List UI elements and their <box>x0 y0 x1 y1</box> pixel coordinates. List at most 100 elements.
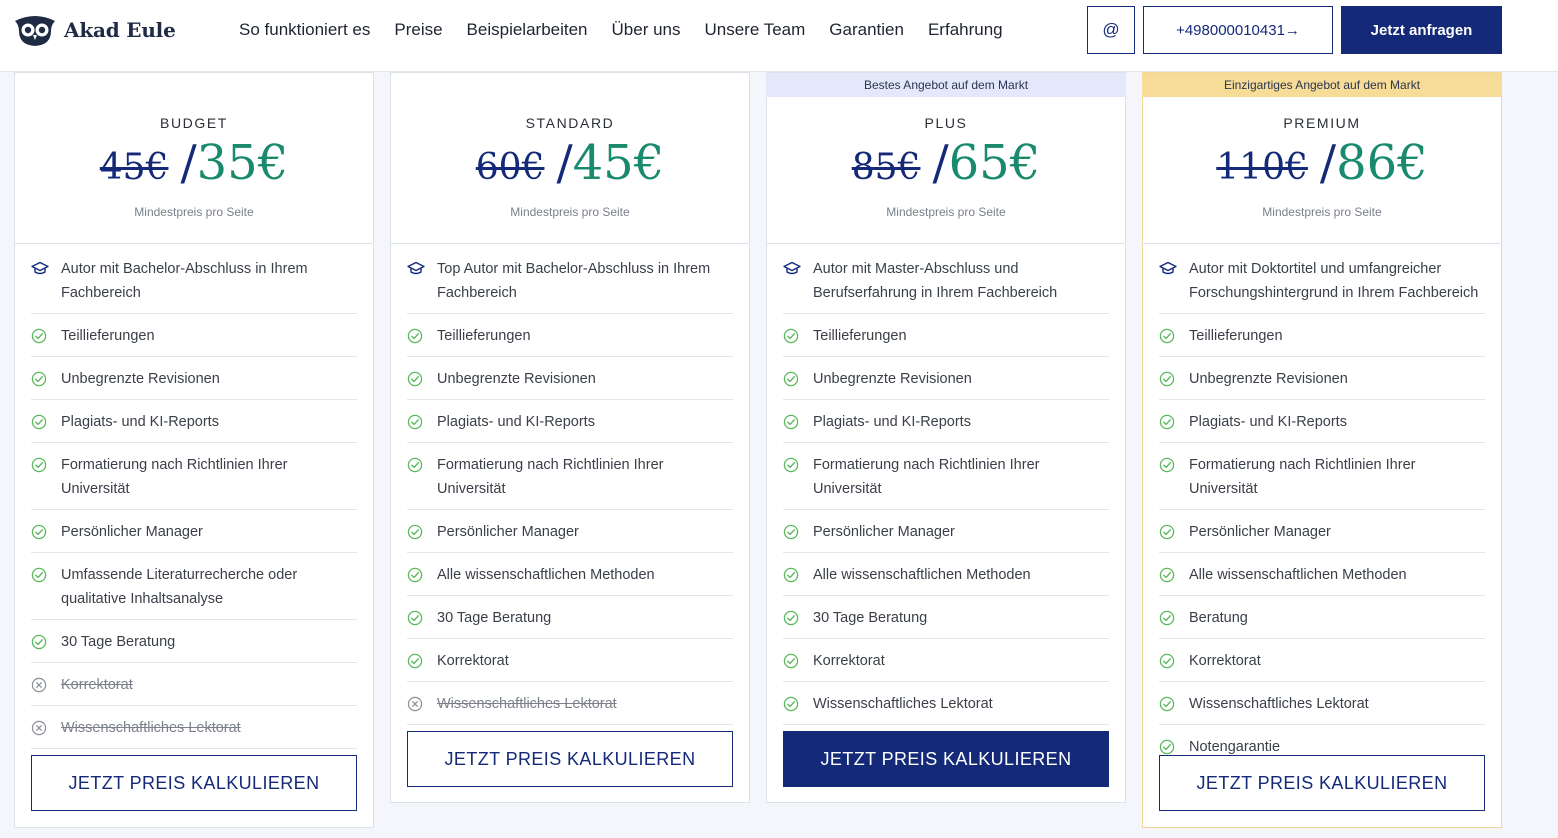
feature-item: 30 Tage Beratung <box>783 606 1109 639</box>
nav-link-garantien[interactable]: Garantien <box>829 20 904 40</box>
nav-link-so-funktioniert-es[interactable]: So funktioniert es <box>239 20 370 40</box>
graduation-cap-icon <box>31 257 61 281</box>
request-button[interactable]: Jetzt anfragen <box>1341 6 1502 54</box>
nav-link-unsere-team[interactable]: Unsere Team <box>705 20 806 40</box>
feature-text: Plagiats- und KI-Reports <box>813 414 971 430</box>
feature-item: Formatierung nach Richtlinien Ihrer Univ… <box>783 453 1109 510</box>
feature-text: Teillieferungen <box>437 328 531 344</box>
feature-item: Unbegrenzte Revisionen <box>783 367 1109 400</box>
feature-text: Alle wissenschaftlichen Methoden <box>1189 567 1407 583</box>
feature-item: Korrektorat <box>783 649 1109 682</box>
feature-text: Wissenschaftliches Lektorat <box>437 696 617 712</box>
feature-text: 30 Tage Beratung <box>437 610 552 626</box>
feature-item: Persönlicher Manager <box>31 520 357 553</box>
feature-text: Unbegrenzte Revisionen <box>1189 371 1348 387</box>
feature-item: Beratung <box>1159 606 1485 639</box>
check-circle-icon <box>783 410 813 434</box>
card-divider <box>14 243 374 244</box>
graduation-cap-icon <box>783 257 813 281</box>
feature-text: Alle wissenschaftlichen Methoden <box>437 567 655 583</box>
feature-text: Wissenschaftliches Lektorat <box>1189 696 1369 712</box>
check-circle-icon <box>407 410 437 434</box>
graduation-cap-icon <box>1159 257 1189 281</box>
feature-text: Plagiats- und KI-Reports <box>1189 414 1347 430</box>
main-nav: So funktioniert es Preise Beispielarbeit… <box>239 20 1027 40</box>
best-offer-ribbon: Bestes Angebot auf dem Markt <box>766 73 1126 97</box>
check-circle-icon <box>1159 606 1189 630</box>
plan-price: 110€ /86€ <box>1143 135 1501 191</box>
check-circle-icon <box>407 606 437 630</box>
feature-text: Persönlicher Manager <box>813 524 955 540</box>
feature-text: Unbegrenzte Revisionen <box>437 371 596 387</box>
old-price: 60€ <box>475 147 545 188</box>
feature-text: Top Autor mit Bachelor-Abschluss in Ihre… <box>437 261 711 301</box>
graduation-cap-icon <box>407 257 437 281</box>
feature-item: Plagiats- und KI-Reports <box>783 410 1109 443</box>
pricing-card-budget: BUDGET 45€ /35€ Mindestpreis pro Seite Au… <box>14 72 374 828</box>
min-price-note: Mindestpreis pro Seite <box>510 205 630 219</box>
old-price: 45€ <box>99 147 169 188</box>
feature-item: Unbegrenzte Revisionen <box>407 367 733 400</box>
feature-item: Umfassende Literaturrecherche oder quali… <box>31 563 357 620</box>
check-circle-icon <box>407 520 437 544</box>
calculate-price-button[interactable]: JETZT PREIS KALKULIEREN <box>783 731 1109 787</box>
feature-item: Formatierung nach Richtlinien Ihrer Univ… <box>31 453 357 510</box>
plan-price: 60€ /45€ <box>391 135 749 191</box>
calculate-price-button[interactable]: JETZT PREIS KALKULIEREN <box>1159 755 1485 811</box>
feature-item: Persönlicher Manager <box>1159 520 1485 553</box>
feature-item: Formatierung nach Richtlinien Ihrer Univ… <box>407 453 733 510</box>
feature-item: Formatierung nach Richtlinien Ihrer Univ… <box>1159 453 1485 510</box>
feature-text: Plagiats- und KI-Reports <box>437 414 595 430</box>
check-circle-icon <box>783 563 813 587</box>
nav-link-preise[interactable]: Preise <box>394 20 442 40</box>
min-price-note: Mindestpreis pro Seite <box>1262 205 1382 219</box>
feature-item: Teillieferungen <box>31 324 357 357</box>
feature-item: Alle wissenschaftlichen Methoden <box>783 563 1109 596</box>
check-circle-icon <box>31 630 61 654</box>
calculate-price-button[interactable]: JETZT PREIS KALKULIEREN <box>407 731 733 787</box>
feature-text: Persönlicher Manager <box>437 524 579 540</box>
check-circle-icon <box>1159 410 1189 434</box>
feature-text: Persönlicher Manager <box>1189 524 1331 540</box>
feature-text: Teillieferungen <box>1189 328 1283 344</box>
min-price-note: Mindestpreis pro Seite <box>134 205 254 219</box>
owl-logo-icon <box>15 16 55 46</box>
at-sign-icon: @ <box>1102 20 1120 39</box>
nav-link-erfahrung[interactable]: Erfahrung <box>928 20 1003 40</box>
feature-text: Korrektorat <box>61 677 133 693</box>
old-price: 85€ <box>851 147 921 188</box>
nav-link-beispielarbeiten[interactable]: Beispielarbeiten <box>467 20 588 40</box>
x-circle-icon <box>31 673 61 697</box>
feature-item: Persönlicher Manager <box>407 520 733 553</box>
card-divider <box>766 243 1126 244</box>
feature-text: Korrektorat <box>1189 653 1261 669</box>
unique-offer-ribbon: Einzigartiges Angebot auf dem Markt <box>1142 73 1502 97</box>
check-circle-icon <box>1159 324 1189 348</box>
nav-link-ueber-uns[interactable]: Über uns <box>612 20 681 40</box>
feature-item: Unbegrenzte Revisionen <box>31 367 357 400</box>
feature-text: Unbegrenzte Revisionen <box>61 371 220 387</box>
feature-item: Teillieferungen <box>407 324 733 357</box>
feature-text: 30 Tage Beratung <box>61 634 176 650</box>
feature-text: Formatierung nach Richtlinien Ihrer Univ… <box>813 457 1040 497</box>
card-divider <box>390 243 750 244</box>
logo[interactable]: Akad Eule <box>14 13 176 47</box>
feature-item: Plagiats- und KI-Reports <box>31 410 357 443</box>
min-price-note: Mindestpreis pro Seite <box>886 205 1006 219</box>
feature-item: Autor mit Master-Abschluss und Berufserf… <box>783 257 1109 314</box>
check-circle-icon <box>1159 563 1189 587</box>
feature-text: Wissenschaftliches Lektorat <box>61 720 241 736</box>
feature-item: Alle wissenschaftlichen Methoden <box>407 563 733 596</box>
feature-list: Autor mit Bachelor-Abschluss in Ihrem Fa… <box>31 257 357 801</box>
calculate-price-button[interactable]: JETZT PREIS KALKULIEREN <box>31 755 357 811</box>
feature-list: Autor mit Master-Abschluss und Berufserf… <box>783 257 1109 777</box>
check-circle-icon <box>31 453 61 477</box>
feature-text: Alle wissenschaftlichen Methoden <box>813 567 1031 583</box>
check-circle-icon <box>31 410 61 434</box>
phone-button[interactable]: +498000010431→ <box>1143 6 1333 54</box>
email-button[interactable]: @ <box>1087 6 1135 54</box>
feature-item: Wissenschaftliches Lektorat <box>1159 692 1485 725</box>
feature-item: Autor mit Bachelor-Abschluss in Ihrem Fa… <box>31 257 357 314</box>
check-circle-icon <box>783 606 813 630</box>
feature-text: Teillieferungen <box>813 328 907 344</box>
